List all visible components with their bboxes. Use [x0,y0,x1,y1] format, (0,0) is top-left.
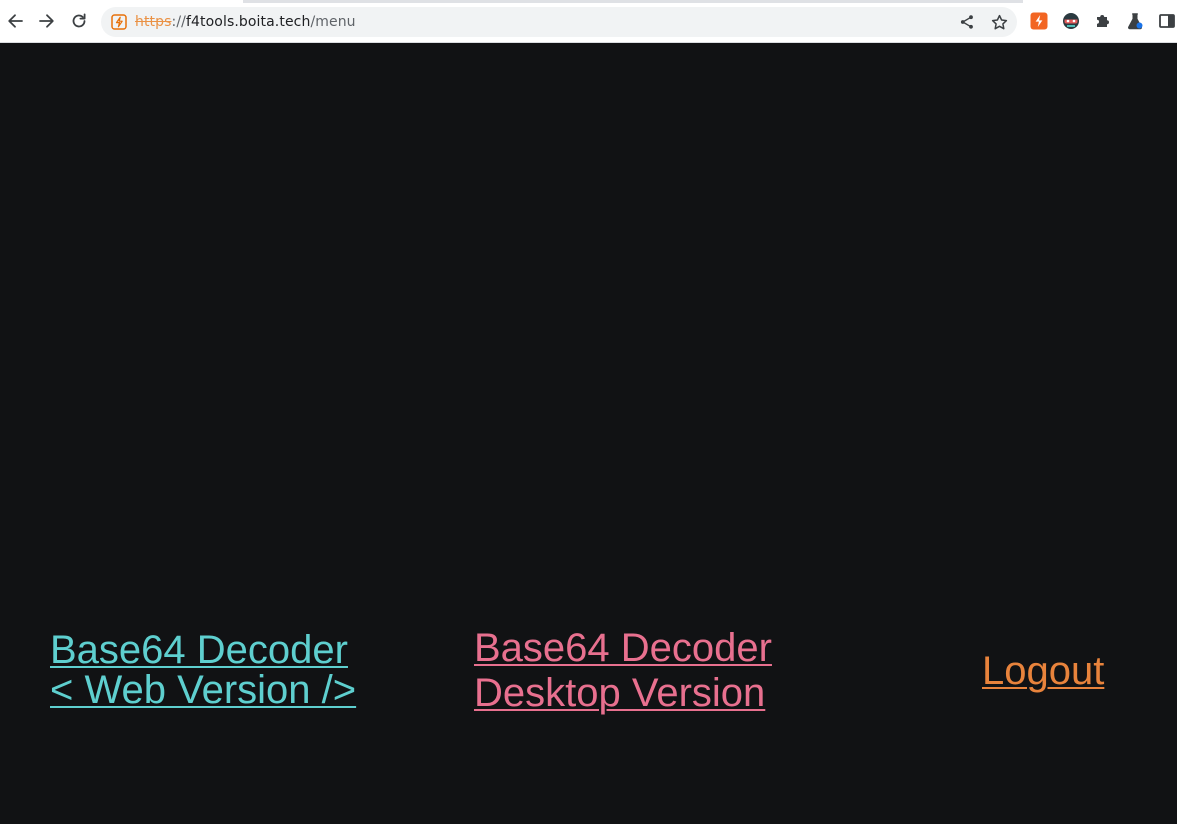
mask-extension-icon [1063,13,1079,29]
share-icon [960,15,973,29]
share-button[interactable] [956,11,978,33]
address-bar[interactable]: https://f4tools.boita.tech/menu [101,7,1017,37]
base64-web-version-link[interactable]: Base64 Decoder < Web Version /> [50,630,356,710]
base64-desktop-version-link[interactable]: Base64 Decoder Desktop Version [474,626,772,716]
puzzle-icon [1097,15,1109,27]
forward-button[interactable] [36,10,58,32]
arrow-right-icon [39,14,54,28]
extensions-button[interactable] [1093,11,1113,31]
url-separator: :// [171,14,186,30]
logout-link[interactable]: Logout [982,648,1104,694]
back-button[interactable] [4,10,26,32]
lightning-extension-icon [1030,12,1048,30]
labs-button[interactable] [1125,11,1145,31]
url-host: f4tools.boita.tech [186,14,311,30]
not-secure-icon[interactable] [111,14,127,30]
desktop-link-line2: Desktop Version [474,671,766,715]
side-panel-button[interactable] [1157,11,1177,31]
web-link-line1: Base64 Decoder [50,628,348,672]
reload-icon [72,13,86,28]
side-panel-icon [1159,14,1175,28]
bookmark-button[interactable] [988,11,1010,33]
desktop-link-line1: Base64 Decoder [474,626,772,670]
url-scheme: https [135,14,172,30]
lightning-extension-button[interactable] [1029,11,1049,31]
reload-button[interactable] [68,10,90,32]
lab-flask-icon [1128,13,1143,30]
browser-toolbar: https://f4tools.boita.tech/menu [0,0,1177,43]
mask-extension-button[interactable] [1061,11,1081,31]
logout-label: Logout [982,649,1105,693]
url-path: /menu [310,14,356,30]
url-text: https://f4tools.boita.tech/menu [135,14,356,30]
web-link-line2: < Web Version /> [50,668,357,712]
star-icon [991,14,1007,29]
arrow-left-icon [8,14,23,28]
tab-strip-edge [243,0,1023,3]
